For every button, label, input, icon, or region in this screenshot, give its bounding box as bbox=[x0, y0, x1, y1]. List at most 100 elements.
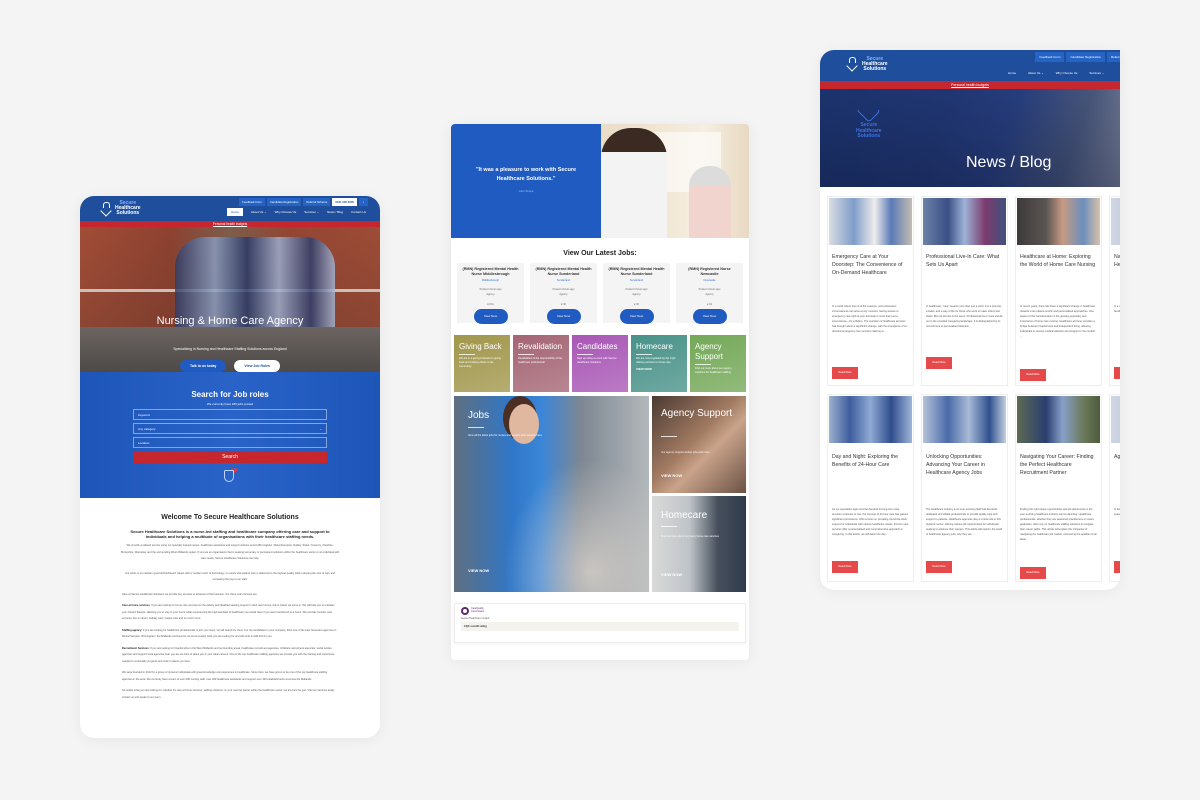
nav-about-us[interactable]: About Us ⌄ bbox=[1028, 71, 1044, 75]
services-page-screenshot: "It was a pleasure to work with Secure H… bbox=[451, 124, 749, 660]
tile-giving-back[interactable]: Giving Back We are in a giving business … bbox=[454, 335, 510, 392]
job-type: Agency bbox=[632, 293, 641, 296]
post-title[interactable]: Agency Your Healthcare bbox=[1110, 444, 1120, 499]
tile-revalidation[interactable]: Revalidation Revalidation is the respons… bbox=[513, 335, 569, 392]
nav-contact-us[interactable]: Contact Us bbox=[351, 210, 366, 216]
top-buttons: Feedback Form Candidate Registration Ref… bbox=[1035, 52, 1120, 62]
job-card: (RMN) Registered Nurse Newcastle Newcast… bbox=[676, 263, 743, 324]
job-location[interactable]: Middlesbrough bbox=[457, 279, 524, 282]
job-title[interactable]: (RMN) Registered Nurse Newcastle bbox=[676, 267, 743, 277]
location-input[interactable]: Location bbox=[133, 437, 327, 448]
welcome-body: Here at Secure Healthcare Solutions we p… bbox=[80, 592, 380, 702]
feedback-form-button[interactable]: Feedback Form bbox=[1035, 52, 1065, 62]
read-more-button[interactable]: Read More bbox=[1114, 561, 1120, 573]
search-button[interactable]: Search bbox=[133, 451, 327, 463]
job-card: (RMN) Registered Mental Health Nurse Sun… bbox=[530, 263, 597, 324]
job-location[interactable]: Newcastle bbox=[676, 279, 743, 282]
keyword-input[interactable]: Keyword bbox=[133, 409, 327, 420]
nav-services[interactable]: Services ⌄ bbox=[304, 210, 319, 216]
post-title[interactable]: Day and Night: Exploring the Benefits of… bbox=[828, 444, 913, 499]
read-more-button[interactable]: Read More bbox=[832, 561, 858, 573]
post-title[interactable]: Navigating the World of Healthcare bbox=[1110, 246, 1120, 296]
post-title[interactable]: Professional Live-In Care: What Sets Us … bbox=[922, 246, 1007, 296]
site-header: Secure Healthcare Solutions Feedback For… bbox=[80, 196, 380, 221]
nav-about-us[interactable]: About Us ⌄ bbox=[251, 210, 267, 216]
blog-post-card: Emergency Care at Your Doorstep: The Con… bbox=[827, 196, 914, 386]
post-thumbnail[interactable] bbox=[1017, 198, 1100, 245]
search-icon[interactable]: ⌕ bbox=[359, 198, 368, 206]
candidate-registration-button[interactable]: Candidate Registration bbox=[1066, 52, 1105, 62]
view-now-link[interactable]: VIEW NOW bbox=[468, 568, 489, 573]
view-job-roles-button[interactable]: View Job Roles bbox=[234, 360, 280, 372]
personal-health-budgets-link[interactable]: Personal health budgets bbox=[820, 81, 1120, 89]
category-select[interactable]: Any category ⌄ bbox=[133, 423, 327, 434]
testimonial-section: "It was a pleasure to work with Secure H… bbox=[451, 124, 749, 238]
post-thumbnail[interactable] bbox=[829, 198, 912, 245]
post-thumbnail[interactable] bbox=[829, 396, 912, 443]
post-excerpt: In a rapidly evolving healthcare environ… bbox=[1114, 305, 1120, 313]
feature-agency-support[interactable]: Agency Support Our agency support worker… bbox=[652, 396, 746, 493]
job-title[interactable]: (RMN) Registered Mental Health Nurse Sun… bbox=[530, 267, 597, 277]
view-now-button[interactable]: View Now bbox=[546, 308, 581, 324]
post-excerpt: In the healthcare sector, advancing in y… bbox=[1114, 508, 1120, 516]
post-title[interactable]: Navigating Your Career: Finding the Perf… bbox=[1016, 444, 1101, 499]
welcome-lead: Secure Healthcare Solutions is a nurse-l… bbox=[130, 529, 330, 540]
post-title[interactable]: Emergency Care at Your Doorstep: The Con… bbox=[828, 246, 913, 296]
read-more-button[interactable]: Read More bbox=[1020, 369, 1046, 381]
nav-why-choose-us[interactable]: Why Choose Us bbox=[1056, 71, 1078, 75]
feature-homecare[interactable]: Homecare Find out more about our many ho… bbox=[652, 495, 746, 592]
view-now-button[interactable]: View Now bbox=[619, 308, 654, 324]
post-excerpt: In healthcare, "care" means more than ju… bbox=[926, 305, 1003, 328]
view-now-button[interactable]: View Now bbox=[473, 308, 508, 324]
post-thumbnail[interactable] bbox=[1017, 396, 1100, 443]
post-thumbnail[interactable] bbox=[923, 198, 1006, 245]
read-more-button[interactable]: Read More bbox=[832, 367, 858, 379]
post-excerpt: As our population ages and the demand fo… bbox=[832, 508, 909, 536]
site-logo[interactable]: Secure Healthcare Solutions bbox=[846, 57, 888, 71]
talk-to-us-button[interactable]: Talk to us today bbox=[179, 360, 227, 372]
read-more-button[interactable]: Read More bbox=[926, 357, 952, 369]
view-now-link[interactable]: VIEW NOW bbox=[636, 367, 682, 371]
read-more-button[interactable]: Read More bbox=[1114, 367, 1120, 379]
nav-news-blog[interactable]: News / Blog bbox=[327, 210, 343, 216]
job-location[interactable]: Sunderland bbox=[603, 279, 670, 282]
cqc-q-icon bbox=[461, 607, 469, 615]
post-thumbnail[interactable] bbox=[1111, 198, 1120, 245]
testimonial-author: John Simpe bbox=[518, 189, 534, 193]
job-location[interactable]: Sunderland bbox=[530, 279, 597, 282]
nav-why-choose-us[interactable]: Why Choose Us bbox=[275, 210, 297, 216]
post-thumbnail[interactable] bbox=[1111, 396, 1120, 443]
post-title[interactable]: Healthcare at Home: Exploring the World … bbox=[1016, 246, 1101, 296]
service-staffing-agency: Staffing agency: If you are looking for … bbox=[122, 628, 337, 639]
job-count-text: We currently have 186 jobs posted bbox=[206, 402, 254, 406]
feature-jobs[interactable]: Jobs View all the latest jobs for nurses… bbox=[454, 396, 649, 592]
cqc-logo: CareQuality Commission bbox=[461, 607, 739, 615]
tile-agency-support[interactable]: Agency Support Find out more about our a… bbox=[690, 335, 746, 392]
read-more-button[interactable]: Read More bbox=[1020, 567, 1046, 579]
read-more-button[interactable]: Read More bbox=[926, 561, 952, 573]
job-title[interactable]: (RMN) Registered Mental Health Nurse Mid… bbox=[457, 267, 524, 277]
nav-home[interactable]: Home bbox=[1008, 71, 1016, 75]
phone-button[interactable]: 0191 000 0000 bbox=[332, 198, 357, 206]
feedback-form-button[interactable]: Feedback Form bbox=[239, 198, 265, 206]
nav-home[interactable]: Home bbox=[226, 208, 243, 216]
nav-services[interactable]: Services ⌄ bbox=[1089, 71, 1104, 75]
job-rate: £ 30 bbox=[634, 302, 639, 306]
candidate-registration-button[interactable]: Candidate Registration bbox=[266, 198, 302, 206]
job-title[interactable]: (RMN) Registered Mental Health Nurse Sun… bbox=[603, 267, 670, 277]
view-now-link[interactable]: VIEW NOW bbox=[661, 572, 682, 577]
post-title[interactable]: Unlocking Opportunities: Advancing Your … bbox=[922, 444, 1007, 499]
welcome-paragraph: We provide a tailored service using our … bbox=[120, 544, 340, 561]
tile-homecare[interactable]: Homecare We are now regulated by the CQC… bbox=[631, 335, 687, 392]
post-thumbnail[interactable] bbox=[923, 396, 1006, 443]
site-logo[interactable]: Secure Healthcare Solutions bbox=[100, 201, 141, 215]
cqc-rating-widget[interactable]: CareQuality Commission Secure Healthcare … bbox=[454, 603, 746, 643]
tile-candidates[interactable]: Candidates Sign up today to enrol with S… bbox=[572, 335, 628, 392]
referral-scheme-button[interactable]: Referral Sc bbox=[1106, 52, 1120, 62]
job-type: Agency bbox=[486, 293, 495, 296]
view-now-button[interactable]: View Now bbox=[692, 308, 727, 324]
view-now-link[interactable]: VIEW NOW bbox=[661, 473, 682, 478]
referral-scheme-button[interactable]: Referral Scheme bbox=[303, 198, 331, 206]
job-type: Agency bbox=[705, 293, 714, 296]
service-recruitment: Recruitment Services: If you are looking… bbox=[122, 646, 335, 663]
